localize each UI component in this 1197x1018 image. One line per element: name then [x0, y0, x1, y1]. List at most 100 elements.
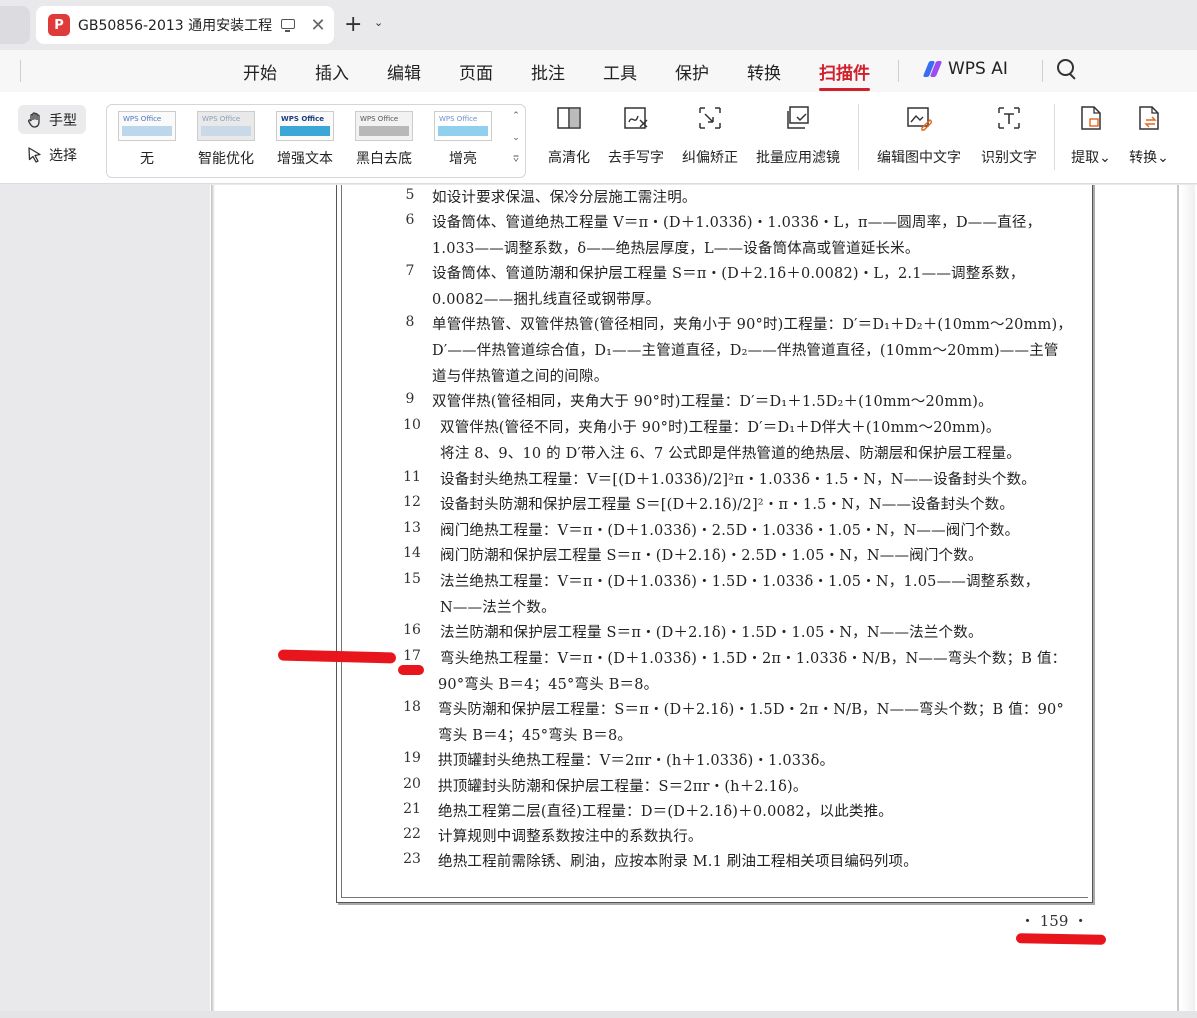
wps-pdf-icon: P	[48, 14, 70, 36]
menu-tools[interactable]: 工具	[603, 59, 637, 84]
deskew-icon	[699, 107, 721, 129]
filter-thumb-logo: WPS Office	[360, 115, 399, 123]
divider	[20, 60, 21, 82]
status-strip	[0, 1011, 1197, 1018]
filter-thumb-logo: WPS Office	[202, 115, 241, 123]
menu-page[interactable]: 页面	[459, 59, 493, 84]
filter-label: 增亮	[449, 151, 477, 167]
ocr-icon	[998, 107, 1020, 129]
menu-annotate[interactable]: 批注	[531, 59, 565, 84]
document-line: D′——伴热管道综合值，D₁——主管道直径，D₂——伴热管道直径，(10mm～2…	[432, 343, 1059, 359]
cursor-arrow-icon	[28, 146, 41, 163]
scan-toolbar: 手型 选择 WPS Office 无 WPS Office 智能优化 WPS O…	[0, 92, 1197, 184]
remove-handwriting-button[interactable]: 去手写字	[604, 104, 668, 167]
hd-button[interactable]: 高清化	[544, 104, 594, 167]
document-line: 法兰绝热工程量：V＝π・(D＋1.033δ)・1.5D・1.033δ・1.05・…	[440, 574, 1040, 590]
red-marker-stroke	[398, 665, 424, 675]
filter-none[interactable]: WPS Office 无	[115, 111, 179, 175]
tab-bar: P GB50856-2013 通用安装工程 ✕ + ⌄	[0, 0, 1197, 50]
expand-more-icon[interactable]: ⩢	[507, 149, 525, 171]
search-icon[interactable]	[1056, 58, 1078, 80]
filter-label: 黑白去底	[356, 151, 412, 167]
ocr-button[interactable]: 识别文字	[978, 104, 1040, 167]
filter-gallery: WPS Office 无 WPS Office 智能优化 WPS Office …	[106, 104, 526, 178]
document-line: 弯头 B＝4；45°弯头 B＝8。	[438, 728, 633, 744]
edit-image-text-button[interactable]: 编辑图中文字	[874, 104, 964, 167]
document-line: 设备封头防潮和保护层工程量 S＝[(D＋2.1δ)/2]²・π・1.5・N，N—…	[440, 497, 1015, 513]
document-page[interactable]: 5 如设计要求保温、保冷分层施工需注明。 6 设备筒体、管道绝热工程量 V＝π・(D＋…	[210, 185, 1197, 1018]
tab-title: GB50856-2013 通用安装工程	[78, 18, 273, 34]
menu-edit[interactable]: 编辑	[387, 59, 421, 84]
document-tab[interactable]: P GB50856-2013 通用安装工程 ✕	[36, 6, 334, 44]
line-number: 10	[403, 417, 421, 433]
convert-icon	[1139, 106, 1159, 130]
filter-thumbnail: WPS Office	[276, 111, 334, 141]
wps-ai-label: WPS AI	[948, 59, 1008, 79]
document-line: 1.033——调整系数，δ——绝热层厚度，L——设备筒体高或管道延长米。	[432, 241, 920, 257]
thumbnail-panel[interactable]	[0, 185, 210, 1018]
document-line: 设备封头绝热工程量：V＝[(D＋1.033δ)/2]²π・1.033δ・1.5・…	[440, 472, 1036, 488]
close-tab-button[interactable]: ✕	[308, 15, 328, 36]
convert-button[interactable]: 转换⌄	[1126, 104, 1172, 167]
filter-thumbnail: WPS Office	[118, 111, 176, 141]
chevron-down-icon[interactable]: ⌄	[374, 16, 383, 29]
menu-insert[interactable]: 插入	[315, 59, 349, 84]
filter-brighten[interactable]: WPS Office 增亮	[431, 111, 495, 175]
menu-convert[interactable]: 转换	[747, 59, 781, 84]
document-line: 90°弯头 B＝4；45°弯头 B＝8。	[438, 677, 659, 693]
document-line: 双管伴热(管径相同，夹角大于 90°时)工程量：D′＝D₁＋1.5D₂＋(10m…	[432, 394, 993, 410]
document-line: 0.0082——捆扎线直径或钢带厚。	[432, 292, 661, 308]
filter-label: 增强文本	[277, 151, 333, 167]
red-marker-stroke	[277, 649, 397, 664]
new-tab-button[interactable]: +	[344, 12, 362, 37]
document-line: 如设计要求保温、保冷分层施工需注明。	[432, 190, 697, 206]
line-number: 6	[405, 212, 415, 228]
document-line: 阀门绝热工程量：V＝π・(D＋1.033δ)・2.5D・1.033δ・1.05・…	[440, 523, 1020, 539]
extract-button[interactable]: 提取⌄	[1068, 104, 1114, 167]
divider	[1042, 60, 1043, 82]
line-number: 22	[403, 826, 421, 842]
document-line: N——法兰个数。	[440, 600, 556, 616]
line-number: 20	[403, 776, 421, 792]
document-line: 弯头绝热工程量：V＝π・(D＋1.033δ)・1.5D・2π・1.033δ・N/…	[440, 651, 1067, 667]
document-line: 阀门防潮和保护层工程量 S＝π・(D＋2.1δ)・2.5D・1.05・N，N——…	[440, 548, 983, 564]
line-number: 7	[405, 263, 415, 279]
deskew-button[interactable]: 纠偏矫正	[678, 104, 742, 167]
filter-thumb-logo: WPS Office	[439, 115, 478, 123]
hand-tool-button[interactable]: 手型	[18, 105, 86, 134]
menu-protect[interactable]: 保护	[675, 59, 709, 84]
remove-handwriting-label: 去手写字	[608, 150, 664, 166]
line-number: 12	[403, 494, 421, 510]
remove-handwriting-icon	[624, 107, 648, 129]
filter-label: 智能优化	[198, 151, 254, 167]
previous-tab[interactable]	[0, 6, 30, 44]
hand-icon	[27, 111, 40, 128]
wps-ai-button[interactable]: WPS AI	[922, 59, 1008, 79]
line-number: 16	[403, 622, 421, 638]
red-marker-stroke	[1015, 933, 1107, 945]
line-number: 11	[403, 469, 421, 485]
hd-label: 高清化	[548, 150, 590, 166]
deskew-label: 纠偏矫正	[682, 150, 738, 166]
ocr-label: 识别文字	[981, 150, 1037, 166]
edit-image-text-icon	[907, 107, 933, 131]
edit-image-text-label: 编辑图中文字	[877, 150, 961, 166]
filter-smart-optimize[interactable]: WPS Office 智能优化	[194, 111, 258, 175]
chevron-down-icon[interactable]: ⌄	[507, 127, 525, 149]
filter-enhance-text[interactable]: WPS Office 增强文本	[273, 111, 337, 175]
select-tool-label: 选择	[49, 147, 77, 164]
document-line: 绝热工程前需除锈、刷油，应按本附录 M.1 刷油工程相关项目编码列项。	[438, 854, 918, 870]
document-line: 弯头防潮和保护层工程量：S＝π・(D＋2.1δ)・1.5D・2π・N/B，N——…	[438, 702, 1064, 718]
monitor-icon	[280, 17, 296, 33]
chevron-up-icon[interactable]: ⌃	[507, 105, 525, 127]
select-tool-button[interactable]: 选择	[18, 140, 86, 169]
document-line: 将注 8、9、10 的 D′带入注 6、7 公式即是伴热管道的绝热层、防潮层和保…	[440, 446, 1022, 462]
filter-black-white[interactable]: WPS Office 黑白去底	[352, 111, 416, 175]
batch-filter-button[interactable]: 批量应用滤镜	[752, 104, 844, 167]
menu-scan[interactable]: 扫描件	[819, 59, 870, 91]
filter-scroll[interactable]: ⌃ ⌄ ⩢	[507, 105, 525, 177]
wps-ai-icon	[922, 61, 943, 77]
menu-home[interactable]: 开始	[243, 59, 277, 84]
filter-label: 无	[140, 151, 154, 167]
scan-edge	[1177, 185, 1179, 1018]
